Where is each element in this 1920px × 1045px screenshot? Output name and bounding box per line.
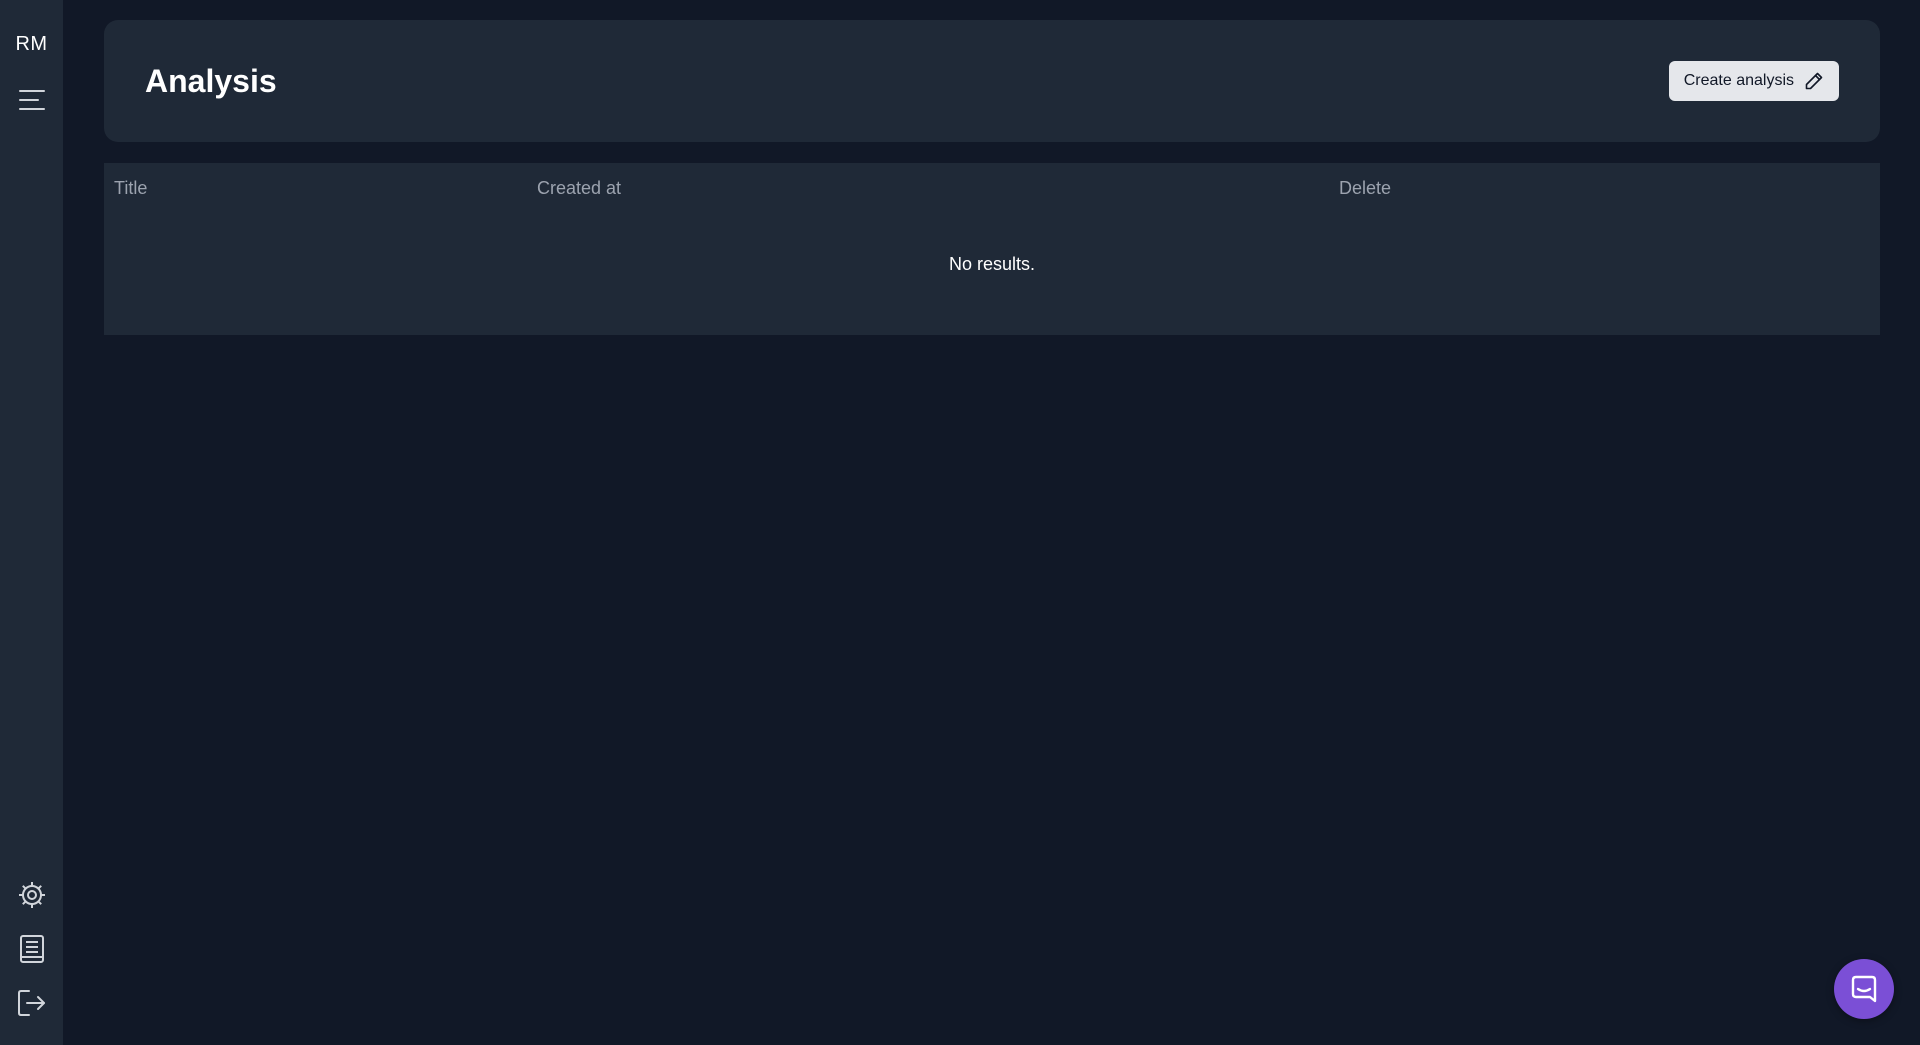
docs-button[interactable] [16,933,48,965]
user-initials[interactable]: RM [15,33,47,56]
menu-button[interactable] [16,84,48,116]
logout-button[interactable] [16,987,48,1019]
column-header-created-at[interactable]: Created at [537,178,621,199]
analysis-table: Title Created at Delete No results. [104,163,1880,335]
gear-icon [18,882,45,908]
sidebar-bottom [0,879,63,1019]
empty-message: No results. [948,253,1036,274]
chat-icon [1851,975,1877,1003]
page-title: Analysis [145,62,277,99]
pencil-icon [1805,72,1823,90]
settings-button[interactable] [16,879,48,911]
empty-state: No results. [104,213,1880,335]
column-header-delete[interactable]: Delete [1339,178,1391,199]
table-header: Title Created at Delete [104,163,1880,213]
book-icon [19,935,44,963]
sidebar: RM [0,0,63,1045]
create-analysis-label: Create analysis [1683,72,1794,89]
column-header-title[interactable]: Title [114,178,147,199]
logout-icon [17,990,45,1016]
page-header: Analysis Create analysis [104,20,1880,142]
main-content: Analysis Create analysis Title Created a… [104,20,1880,335]
create-analysis-button[interactable]: Create analysis [1668,61,1839,101]
menu-icon [18,90,45,110]
chat-launcher-button[interactable] [1834,959,1894,1019]
